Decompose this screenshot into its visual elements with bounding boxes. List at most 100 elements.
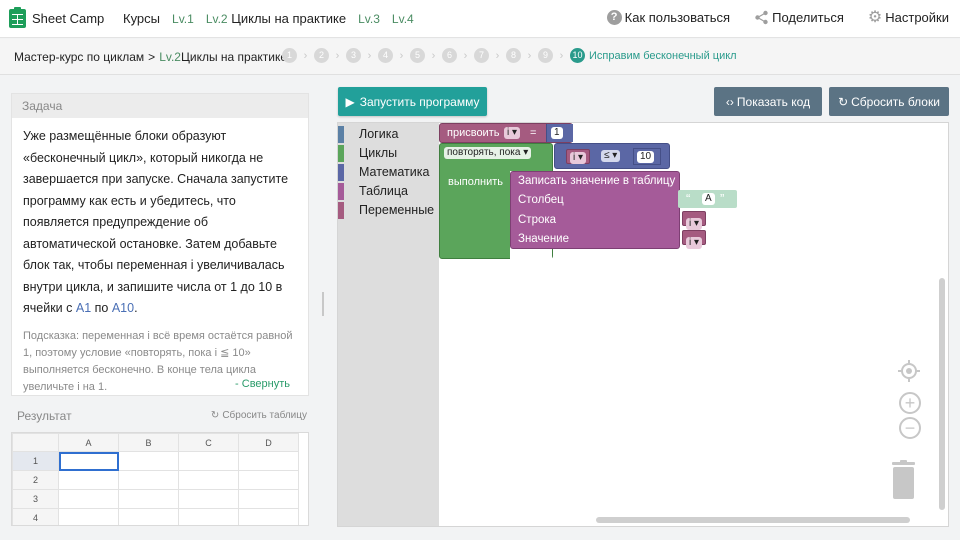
compare-block[interactable]: i ▾ ≤ ▾ 10 (554, 143, 670, 169)
write-to-sheet-block[interactable]: Записать значение в таблицу Столбец Стро… (510, 171, 680, 249)
show-code-label: Показать код (736, 94, 811, 109)
cell[interactable] (178, 489, 239, 509)
reset-table-link[interactable]: ↻ Сбросить таблицу (211, 410, 307, 421)
step-number: 3 (346, 48, 361, 63)
step-8[interactable]: 8 › (506, 48, 538, 63)
share-link[interactable]: Поделиться (754, 10, 844, 25)
nav-lv1[interactable]: Lv.1 (172, 12, 194, 26)
cell[interactable] (178, 451, 239, 471)
column-header-b[interactable]: B (118, 433, 179, 452)
task-text: Уже размещённые блоки образуют «бесконеч… (12, 118, 308, 396)
step-3[interactable]: 3 › (346, 48, 378, 63)
row-header-4[interactable]: 4 (12, 508, 59, 525)
value-var-block[interactable]: i ▾ (682, 230, 707, 249)
cell[interactable] (238, 508, 299, 525)
toolbox-category-sheet[interactable]: Таблица (338, 182, 439, 201)
panel-resize-handle[interactable] (322, 292, 324, 316)
workspace-vertical-scrollbar[interactable] (939, 278, 945, 510)
cell[interactable] (118, 451, 179, 471)
write-row-label: Строка (518, 214, 557, 226)
compare-var-block[interactable]: i ▾ (566, 149, 591, 164)
cell[interactable] (58, 508, 119, 525)
settings-link[interactable]: ⚙ Настройки (868, 10, 949, 26)
reset-blocks-button[interactable]: ↻ Сбросить блоки (829, 87, 949, 116)
zoom-out-icon[interactable]: − (899, 417, 921, 439)
block-workspace[interactable]: Логика Циклы Математика Таблица Переменн… (337, 122, 949, 527)
cell[interactable] (238, 451, 299, 471)
cell[interactable] (238, 470, 299, 490)
assign-operator: = (530, 127, 537, 139)
nav-lv2-label: Циклы на практике (231, 11, 347, 26)
step-10-active[interactable]: 10 Исправим бесконечный цикл (570, 48, 737, 63)
quote-open-icon: “ (686, 191, 691, 206)
compare-limit-value[interactable]: 10 (637, 151, 655, 163)
run-program-button[interactable]: ▶ Запустить программу (338, 87, 487, 116)
step-1[interactable]: 1 › (282, 48, 314, 63)
write-column-value[interactable]: A (702, 193, 715, 205)
column-header-a[interactable]: A (58, 433, 119, 452)
compare-operator-dropdown[interactable]: ≤ ▾ (601, 150, 621, 162)
row-var-dropdown[interactable]: i ▾ (686, 218, 703, 230)
target-icon[interactable] (898, 360, 920, 382)
assign-var-value: i (507, 127, 510, 138)
app-logo[interactable]: Sheet Camp (9, 7, 104, 28)
cell[interactable] (118, 508, 179, 525)
step-9[interactable]: 9 › (538, 48, 570, 63)
cell[interactable] (58, 489, 119, 509)
step-6[interactable]: 6 › (442, 48, 474, 63)
number-block[interactable]: 1 (546, 124, 573, 142)
column-header-c[interactable]: C (178, 433, 239, 452)
row-header-2[interactable]: 2 (12, 470, 59, 490)
nav-lv4[interactable]: Lv.4 (392, 12, 414, 26)
breadcrumb-separator: > (148, 50, 156, 64)
assign-block[interactable]: присвоить i ▾ = 1 (439, 123, 573, 143)
row-header-3[interactable]: 3 (12, 489, 59, 509)
settings-label: Настройки (885, 10, 949, 25)
cell[interactable] (118, 470, 179, 490)
step-4[interactable]: 4 › (378, 48, 410, 63)
cell[interactable] (118, 489, 179, 509)
loop-mode-dropdown[interactable]: повторять, пока ▾ (444, 147, 532, 159)
zoom-in-icon[interactable]: + (899, 392, 921, 414)
workspace-horizontal-scrollbar[interactable] (596, 517, 910, 523)
step-2[interactable]: 2 › (314, 48, 346, 63)
cell[interactable] (238, 489, 299, 509)
breadcrumb-lesson[interactable]: Lv.2Циклы на практике (159, 50, 287, 64)
cell[interactable] (178, 470, 239, 490)
text-block[interactable]: “ A ” (678, 190, 737, 208)
row-header-1[interactable]: 1 (12, 451, 59, 471)
breadcrumb-course[interactable]: Мастер-курс по циклам (14, 50, 144, 64)
nav-lv2[interactable]: Lv.2 Циклы на практике (206, 11, 346, 26)
collapse-link[interactable]: - Свернуть (235, 378, 290, 390)
step-5[interactable]: 5 › (410, 48, 442, 63)
result-title: Результат (17, 409, 72, 423)
row-var-block[interactable]: i ▾ (682, 211, 707, 230)
limit-number-block[interactable]: 10 (633, 148, 661, 165)
cell[interactable] (178, 508, 239, 525)
block-toolbox: Логика Циклы Математика Таблица Переменн… (338, 123, 439, 526)
nav-courses[interactable]: Курсы (123, 11, 160, 26)
step-number: 6 (442, 48, 457, 63)
step-7[interactable]: 7 › (474, 48, 506, 63)
assign-var-dropdown[interactable]: i ▾ (504, 127, 521, 139)
cell-a1-selected[interactable] (58, 451, 119, 471)
corner-cell (12, 433, 59, 452)
toolbox-category-logic[interactable]: Логика (338, 125, 439, 144)
toolbox-category-math[interactable]: Математика (338, 163, 439, 182)
assign-value[interactable]: 1 (551, 127, 563, 139)
run-program-label: Запустить программу (359, 94, 480, 109)
value-var-dropdown[interactable]: i ▾ (686, 237, 703, 249)
show-code-button[interactable]: ‹› Показать код (714, 87, 822, 116)
chevron-right-icon: › (431, 49, 436, 62)
toolbox-category-loops[interactable]: Циклы (338, 144, 439, 163)
chevron-right-icon: › (527, 49, 532, 62)
step-number: 4 (378, 48, 393, 63)
nav-lv3[interactable]: Lv.3 (358, 12, 380, 26)
trash-icon[interactable] (890, 460, 917, 500)
how-to-link[interactable]: ? Как пользоваться (606, 10, 730, 25)
step-indicator: 1 › 2 › 3 › 4 › 5 › 6 › 7 › 8 › 9 › 10 Исправим бе… (282, 48, 737, 63)
cell[interactable] (58, 470, 119, 490)
compare-var-dropdown[interactable]: i ▾ (570, 152, 587, 164)
toolbox-category-variables[interactable]: Переменные (338, 201, 439, 220)
column-header-d[interactable]: D (238, 433, 299, 452)
